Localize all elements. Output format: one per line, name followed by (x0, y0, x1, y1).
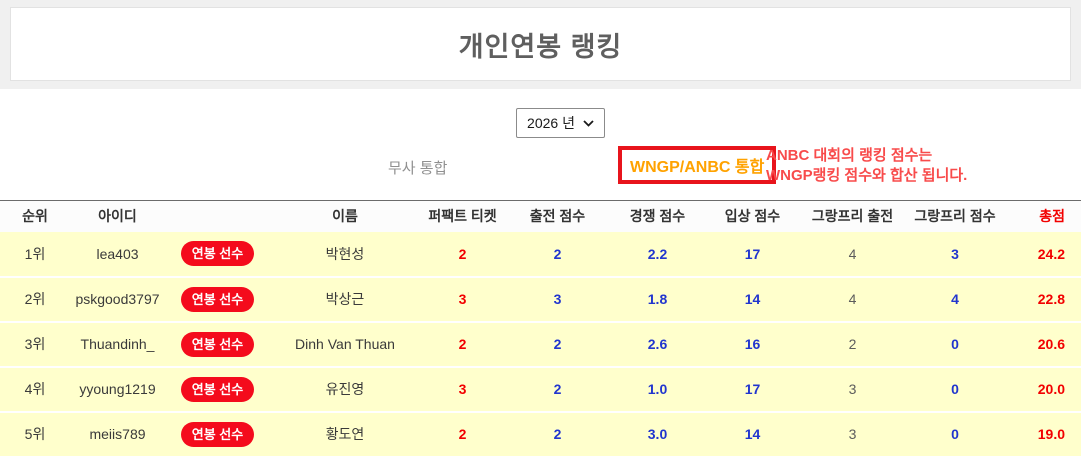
entry-score-cell: 3 (505, 277, 610, 322)
tab-wngp-anbc-unified[interactable]: WNGP/ANBC 통합 (618, 146, 776, 184)
salary-player-badge: 연봉 선수 (181, 422, 254, 447)
rank-cell: 5위 (0, 412, 70, 456)
player-name-cell: 박상근 (270, 277, 420, 322)
tab-musa-unified[interactable]: 무사 통합 (388, 157, 447, 178)
tabs-row: 무사 통합 WNGP/ANBC 통합 ANBC 대회의 랭킹 점수는 WNGP랭… (0, 145, 1081, 194)
anbc-notice-line2: WNGP랭킹 점수와 합산 됩니다. (766, 166, 967, 186)
col-gp-score: 그랑프리 점수 (905, 201, 1005, 232)
col-badge (165, 201, 270, 232)
col-name: 이름 (270, 201, 420, 232)
total-score-cell: 22.8 (1005, 277, 1081, 322)
year-select-value: 2026 년 (527, 113, 575, 133)
col-total: 총점 (1005, 201, 1081, 232)
perfect-ticket-cell: 3 (420, 277, 505, 322)
prize-score-cell: 16 (705, 322, 800, 367)
gp-entry-cell: 3 (800, 412, 905, 456)
gp-score-cell: 0 (905, 322, 1005, 367)
badge-cell: 연봉 선수 (165, 412, 270, 456)
gp-score-cell: 4 (905, 277, 1005, 322)
total-score-cell: 19.0 (1005, 412, 1081, 456)
entry-score-cell: 2 (505, 322, 610, 367)
compete-score-cell: 2.6 (610, 322, 705, 367)
table-row: 3위Thuandinh_연봉 선수Dinh Van Thuan222.61620… (0, 322, 1081, 367)
col-perfect-ticket: 퍼팩트 티켓 (420, 201, 505, 232)
gp-entry-cell: 3 (800, 367, 905, 412)
player-name-cell: 박현성 (270, 232, 420, 277)
gp-entry-cell: 4 (800, 277, 905, 322)
perfect-ticket-cell: 2 (420, 412, 505, 456)
salary-player-badge: 연봉 선수 (181, 287, 254, 312)
table-header-row: 순위 아이디 이름 퍼팩트 티켓 출전 점수 경쟁 점수 입상 점수 그랑프리 … (0, 201, 1081, 232)
table-body: 1위lea403연봉 선수박현성222.2174324.22위pskgood37… (0, 232, 1081, 456)
player-id-cell: Thuandinh_ (70, 322, 165, 367)
perfect-ticket-cell: 2 (420, 322, 505, 367)
table-row: 5위meiis789연봉 선수황도연223.0143019.0 (0, 412, 1081, 456)
total-score-cell: 20.6 (1005, 322, 1081, 367)
compete-score-cell: 1.0 (610, 367, 705, 412)
entry-score-cell: 2 (505, 232, 610, 277)
anbc-notice-line1: ANBC 대회의 랭킹 점수는 (766, 146, 967, 166)
perfect-ticket-cell: 3 (420, 367, 505, 412)
compete-score-cell: 1.8 (610, 277, 705, 322)
compete-score-cell: 3.0 (610, 412, 705, 456)
rank-cell: 4위 (0, 367, 70, 412)
player-name-cell: 황도연 (270, 412, 420, 456)
table-row: 4위yyoung1219연봉 선수유진영321.0173020.0 (0, 367, 1081, 412)
badge-cell: 연봉 선수 (165, 322, 270, 367)
player-name-cell: 유진영 (270, 367, 420, 412)
table-row: 1위lea403연봉 선수박현성222.2174324.2 (0, 232, 1081, 277)
entry-score-cell: 2 (505, 367, 610, 412)
page-title: 개인연봉 랭킹 (459, 25, 623, 64)
salary-player-badge: 연봉 선수 (181, 377, 254, 402)
perfect-ticket-cell: 2 (420, 232, 505, 277)
col-entry-score: 출전 점수 (505, 201, 610, 232)
anbc-notice: ANBC 대회의 랭킹 점수는 WNGP랭킹 점수와 합산 됩니다. (766, 146, 967, 187)
gp-entry-cell: 4 (800, 232, 905, 277)
chevron-down-icon (583, 120, 594, 127)
year-select[interactable]: 2026 년 (516, 108, 605, 138)
salary-player-badge: 연봉 선수 (181, 241, 254, 266)
col-gp-entry: 그랑프리 출전 (800, 201, 905, 232)
player-name-cell: Dinh Van Thuan (270, 322, 420, 367)
table-row: 2위pskgood3797연봉 선수박상근331.8144422.8 (0, 277, 1081, 322)
col-compete-score: 경쟁 점수 (610, 201, 705, 232)
rank-cell: 2위 (0, 277, 70, 322)
gp-score-cell: 0 (905, 412, 1005, 456)
player-id-cell: meiis789 (70, 412, 165, 456)
title-band: 개인연봉 랭킹 (0, 0, 1081, 89)
badge-cell: 연봉 선수 (165, 277, 270, 322)
controls-row: 2026 년 (0, 108, 1081, 138)
salary-player-badge: 연봉 선수 (181, 332, 254, 357)
player-id-cell: lea403 (70, 232, 165, 277)
prize-score-cell: 14 (705, 412, 800, 456)
prize-score-cell: 17 (705, 367, 800, 412)
player-id-cell: yyoung1219 (70, 367, 165, 412)
entry-score-cell: 2 (505, 412, 610, 456)
rank-cell: 1위 (0, 232, 70, 277)
prize-score-cell: 17 (705, 232, 800, 277)
badge-cell: 연봉 선수 (165, 232, 270, 277)
col-rank: 순위 (0, 201, 70, 232)
gp-score-cell: 3 (905, 232, 1005, 277)
total-score-cell: 24.2 (1005, 232, 1081, 277)
total-score-cell: 20.0 (1005, 367, 1081, 412)
compete-score-cell: 2.2 (610, 232, 705, 277)
prize-score-cell: 14 (705, 277, 800, 322)
badge-cell: 연봉 선수 (165, 367, 270, 412)
col-id: 아이디 (70, 201, 165, 232)
rank-cell: 3위 (0, 322, 70, 367)
salary-ranking-page: 개인연봉 랭킹 2026 년 무사 통합 WNGP/ANBC 통합 ANBC 대… (0, 0, 1081, 456)
ranking-table: 순위 아이디 이름 퍼팩트 티켓 출전 점수 경쟁 점수 입상 점수 그랑프리 … (0, 200, 1081, 456)
player-id-cell: pskgood3797 (70, 277, 165, 322)
gp-entry-cell: 2 (800, 322, 905, 367)
title-box: 개인연봉 랭킹 (10, 7, 1071, 81)
col-prize-score: 입상 점수 (705, 201, 800, 232)
gp-score-cell: 0 (905, 367, 1005, 412)
